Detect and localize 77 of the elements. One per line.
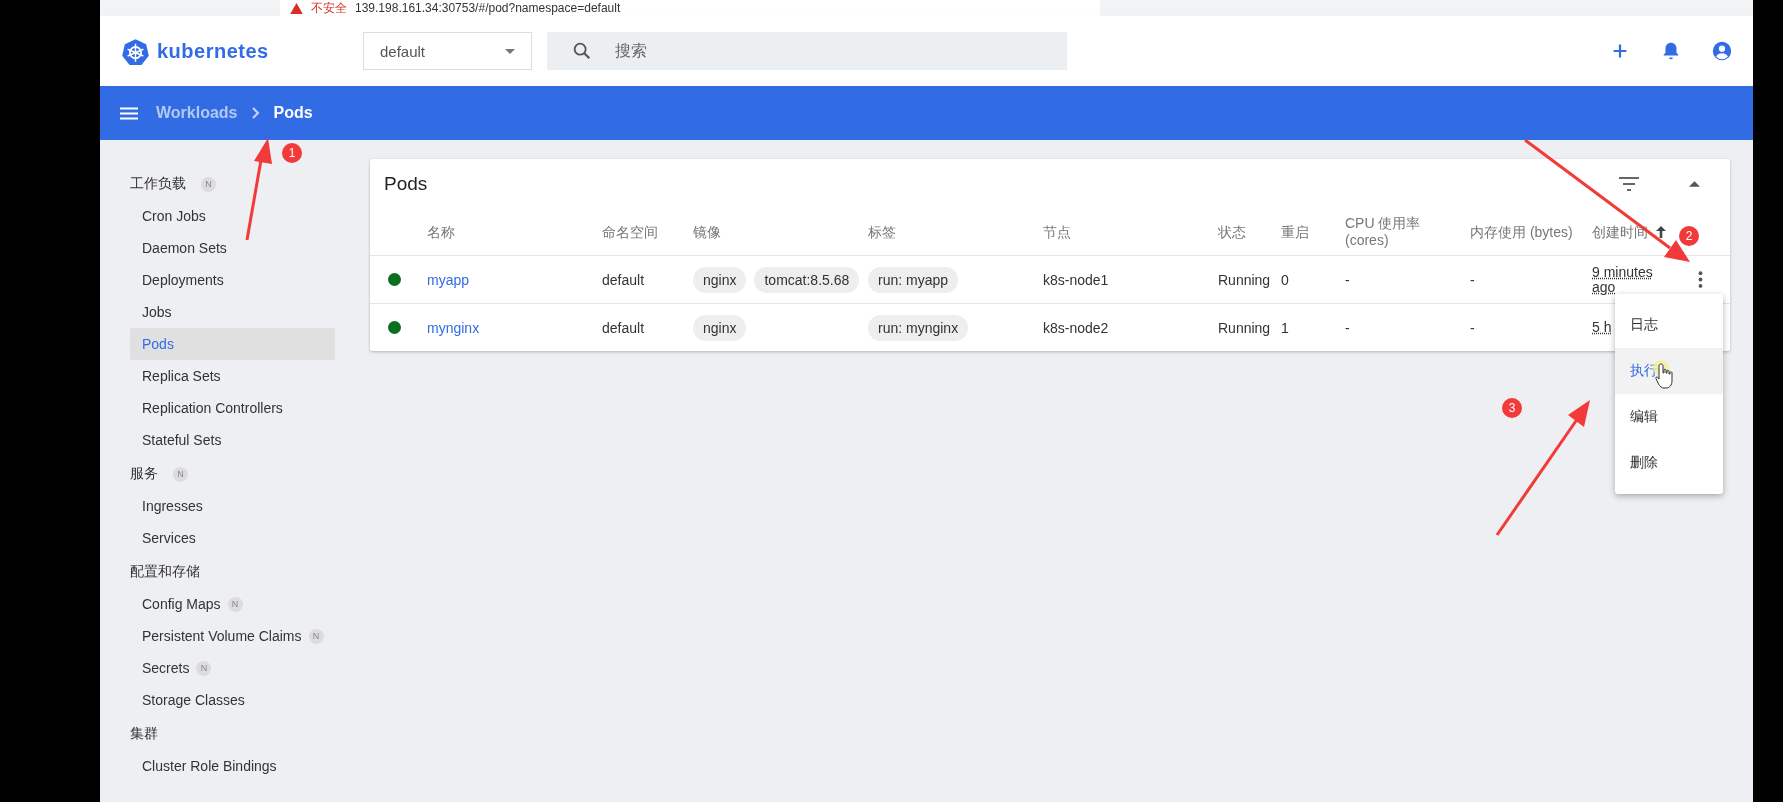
sidebar-item[interactable]: Secrets N <box>130 652 335 684</box>
section-heading: 工作负载 <box>130 175 186 193</box>
menu-item[interactable]: 执行 <box>1615 348 1723 394</box>
sidebar-item[interactable]: Replica Sets <box>130 360 335 392</box>
label-chip: run: mynginx <box>868 314 969 341</box>
annotation-number: 3 <box>1502 398 1522 418</box>
warning-icon <box>290 2 303 14</box>
table-cell: 1 <box>1281 319 1289 336</box>
security-label: 不安全 <box>311 0 347 17</box>
logo-text[interactable]: kubernetes <box>157 39 269 63</box>
column-header[interactable]: 镜像 <box>693 223 721 241</box>
sidebar-item[interactable]: Stateful Sets <box>130 424 335 456</box>
filter-icon[interactable] <box>1619 177 1639 191</box>
more-icon[interactable] <box>1698 271 1703 288</box>
section-heading: 服务 <box>130 465 158 483</box>
namespaced-badge: N <box>173 466 188 482</box>
created-time: 9 minutes ago <box>1592 264 1654 295</box>
namespaced-badge: N <box>308 628 324 644</box>
chevron-icon <box>251 107 260 119</box>
table-cell: - <box>1345 319 1350 336</box>
menu-icon[interactable] <box>120 106 138 120</box>
collapse-icon[interactable] <box>1689 181 1700 187</box>
table-cell: Running <box>1218 319 1271 336</box>
caret-icon <box>505 48 515 54</box>
logo-icon <box>122 37 149 65</box>
pod-name-link[interactable]: mynginx <box>427 319 480 336</box>
sidebar-item[interactable]: Ingresses <box>130 490 335 522</box>
menu-item[interactable]: 编辑 <box>1615 394 1723 440</box>
label-chip: run: myapp <box>868 266 959 293</box>
image-chip: nginx <box>693 314 747 341</box>
address-bar[interactable]: 不安全 139.198.161.34:30753/#/pod?namespace=default <box>280 0 1100 16</box>
pod-name-link[interactable]: myapp <box>427 271 470 288</box>
column-header[interactable]: 名称 <box>427 223 455 241</box>
table-cell: - <box>1345 271 1350 288</box>
menu-item[interactable]: 删除 <box>1615 440 1723 486</box>
namespaced-badge: N <box>201 176 216 192</box>
table-cell: k8s-node1 <box>1043 271 1109 288</box>
sidebar-item[interactable]: Pods <box>130 328 335 360</box>
created-time: 5 h <box>1592 320 1612 335</box>
sidebar-item[interactable]: Config Maps N <box>130 588 335 620</box>
namespaced-badge: N <box>196 660 212 676</box>
table-cell: 0 <box>1281 271 1289 288</box>
annotation-number: 1 <box>282 143 302 163</box>
column-header[interactable]: 节点 <box>1043 223 1071 241</box>
account-icon[interactable] <box>1711 40 1733 62</box>
card-title: Pods <box>384 173 429 195</box>
table-cell: - <box>1470 319 1475 336</box>
section-heading: 集群 <box>130 725 158 743</box>
column-header[interactable]: 状态 <box>1218 223 1246 241</box>
sidebar-item[interactable]: Cron Jobs <box>130 200 335 232</box>
sidebar-item[interactable]: Deployments <box>130 264 335 296</box>
menu-item[interactable]: 日志 <box>1615 302 1723 348</box>
image-chip: nginx <box>693 266 747 293</box>
sidebar-item[interactable]: Services <box>130 522 335 554</box>
url-text: 139.198.161.34:30753/#/pod?namespace=default <box>355 1 621 15</box>
sidebar-item[interactable]: Storage Classes <box>130 684 335 716</box>
table-cell: default <box>602 319 645 336</box>
table-cell: Running <box>1218 271 1271 288</box>
table-cell: k8s-node2 <box>1043 319 1109 336</box>
table-cell: - <box>1470 271 1475 288</box>
search-icon <box>571 40 593 62</box>
namespaced-badge: N <box>227 596 243 612</box>
sidebar-item[interactable]: Jobs <box>130 296 335 328</box>
sort-arrow-icon[interactable] <box>1656 226 1666 238</box>
table-cell: default <box>602 271 645 288</box>
namespace-select[interactable]: default <box>363 32 532 70</box>
sidebar-item[interactable]: Persistent Volume Claims N <box>130 620 335 652</box>
sidebar-item[interactable]: Cluster Role Bindings <box>130 750 335 782</box>
sidebar-item[interactable]: Replication Controllers <box>130 392 335 424</box>
column-header[interactable]: 重启 <box>1281 223 1309 241</box>
image-chip: tomcat:8.5.68 <box>754 266 860 293</box>
section-heading: 配置和存储 <box>130 563 200 581</box>
column-header[interactable]: CPU 使用率 (cores) <box>1345 215 1464 249</box>
column-header[interactable]: 内存使用 (bytes) <box>1470 223 1573 241</box>
column-header[interactable]: 命名空间 <box>602 223 658 241</box>
sidebar-item[interactable]: Daemon Sets <box>130 232 335 264</box>
column-header[interactable]: 标签 <box>868 223 896 241</box>
